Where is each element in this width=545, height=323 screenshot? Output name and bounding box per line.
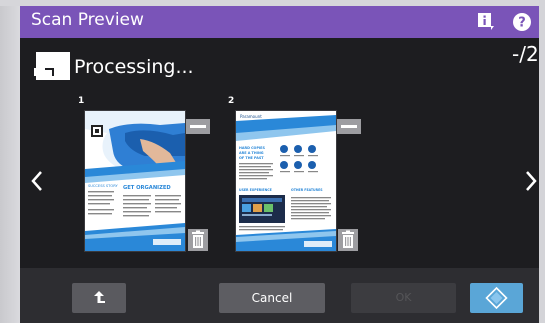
svg-text:?: ? (518, 16, 526, 31)
page-section-left: USER EXPERIENCE (239, 188, 272, 192)
page-thumbnail[interactable]: Paramount SUCCESS STORY GET ORGANIZED (85, 111, 185, 251)
page-brand: Paramount (240, 114, 262, 119)
page-headline: GET ORGANIZED (123, 185, 171, 191)
svg-text:ARE A THING: ARE A THING (239, 151, 264, 155)
help-button[interactable]: ? (511, 11, 533, 33)
remove-page-button[interactable] (337, 119, 361, 134)
start-diamond-icon (485, 286, 508, 310)
page-left-heading: SUCCESS STORY (88, 184, 118, 188)
trash-icon (338, 229, 358, 251)
previous-page-button[interactable] (27, 166, 47, 196)
cancel-button[interactable]: Cancel (219, 283, 325, 313)
page-preview-image: Paramount SUCCESS STORY GET ORGANIZED (85, 111, 185, 251)
return-button[interactable] (72, 283, 126, 313)
page-title: Scan Preview (31, 10, 144, 30)
delete-page-button[interactable] (338, 229, 358, 251)
scan-preview-screen: Scan Preview ? Processing... -/2 1 SUCCE… (20, 6, 539, 323)
chevron-left-icon (31, 171, 42, 191)
trash-icon (188, 229, 208, 251)
next-page-button[interactable] (521, 166, 541, 196)
status-text: Processing... (74, 56, 194, 78)
device-frame-left (0, 0, 20, 323)
ok-button[interactable]: OK (351, 283, 456, 313)
page-number: 1 (78, 96, 85, 106)
start-button[interactable] (470, 283, 523, 313)
page-preview-image: Paramount HARD COPIES ARE A THING OF THE… (236, 111, 336, 251)
delete-page-button[interactable] (188, 229, 208, 251)
minus-icon (186, 119, 210, 134)
info-icon (478, 13, 494, 30)
page-section-right: OTHER FEATURES (291, 188, 323, 192)
return-arrow-icon (94, 291, 105, 303)
device-frame-right (539, 0, 545, 323)
page-thumbnail[interactable]: Paramount HARD COPIES ARE A THING OF THE… (236, 111, 336, 251)
minus-icon (337, 119, 361, 134)
help-icon: ? (513, 13, 531, 31)
page-number: 2 (228, 96, 235, 106)
page-count: -/2 (512, 42, 539, 66)
info-button[interactable] (475, 11, 497, 33)
remove-page-button[interactable] (186, 119, 210, 134)
processing-indicator (34, 52, 70, 80)
action-bar: Cancel OK (20, 268, 539, 323)
svg-text:OF THE PAST: OF THE PAST (239, 156, 264, 160)
chevron-right-icon (526, 171, 537, 191)
title-bar: Scan Preview ? (20, 6, 539, 38)
svg-text:HARD COPIES: HARD COPIES (239, 146, 266, 150)
